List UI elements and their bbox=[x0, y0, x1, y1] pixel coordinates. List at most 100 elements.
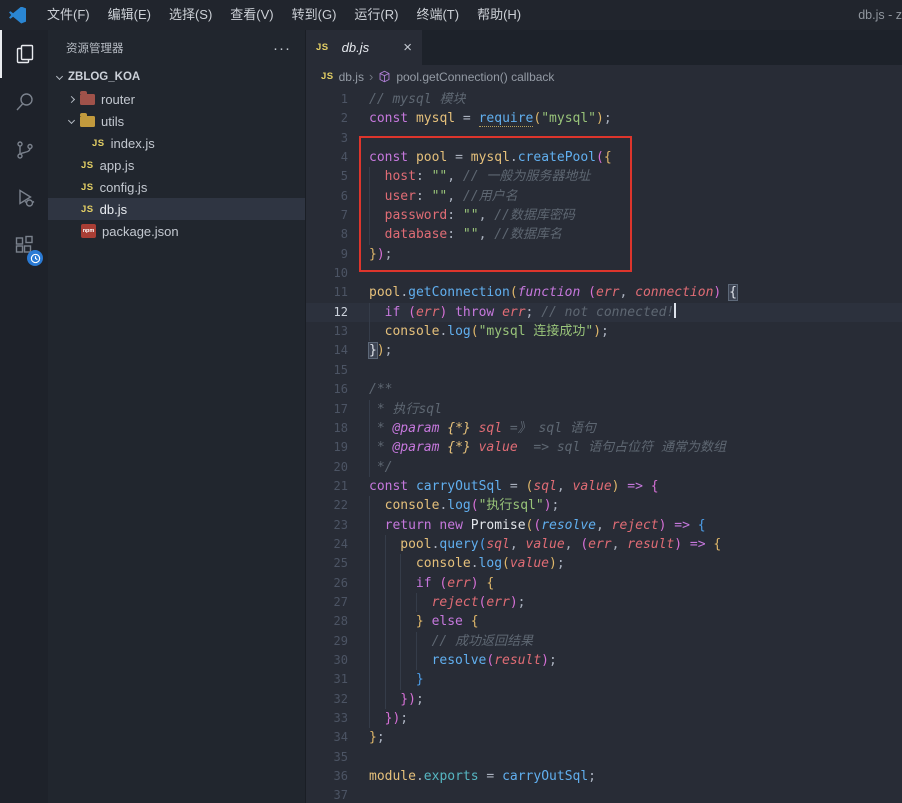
close-icon[interactable]: × bbox=[403, 40, 412, 55]
code-line-8[interactable]: 8database: "", //数据库名 bbox=[306, 225, 902, 244]
line-content bbox=[348, 748, 369, 767]
code-line-14[interactable]: 14}); bbox=[306, 341, 902, 360]
line-number: 16 bbox=[306, 380, 348, 399]
code-line-19[interactable]: 19* @param {*} value => sql 语句占位符 通常为数组 bbox=[306, 438, 902, 457]
code-line-33[interactable]: 33}); bbox=[306, 709, 902, 728]
code-line-4[interactable]: 4const pool = mysql.createPool({ bbox=[306, 148, 902, 167]
title-bar: 文件(F)编辑(E)选择(S)查看(V)转到(G)运行(R)终端(T)帮助(H)… bbox=[0, 0, 902, 30]
code-line-22[interactable]: 22console.log("执行sql"); bbox=[306, 496, 902, 515]
file-label: utils bbox=[101, 114, 124, 129]
code-line-5[interactable]: 5host: "", // 一般为服务器地址 bbox=[306, 167, 902, 186]
line-content: if (err) throw err; // not connected! bbox=[348, 303, 676, 322]
line-content: * 执行sql bbox=[348, 400, 442, 419]
line-number: 26 bbox=[306, 574, 348, 593]
tab-db-js[interactable]: JS db.js × bbox=[306, 30, 422, 65]
file-label: package.json bbox=[102, 224, 179, 239]
line-content: } else { bbox=[348, 612, 479, 631]
menu-item-0[interactable]: 文件(F) bbox=[38, 0, 99, 30]
explorer-more-actions-icon[interactable]: ··· bbox=[273, 40, 291, 57]
line-content: resolve(result); bbox=[348, 651, 557, 670]
tree-item-package-json[interactable]: npmpackage.json bbox=[48, 220, 305, 242]
code-editor[interactable]: 1// mysql 模块2const mysql = require("mysq… bbox=[306, 88, 902, 803]
code-line-16[interactable]: 16/** bbox=[306, 380, 902, 399]
js-file-icon: JS bbox=[81, 160, 94, 171]
line-number: 24 bbox=[306, 535, 348, 554]
menu-item-2[interactable]: 选择(S) bbox=[160, 0, 221, 30]
menu-item-4[interactable]: 转到(G) bbox=[283, 0, 346, 30]
tree-item-app-js[interactable]: JSapp.js bbox=[48, 154, 305, 176]
code-line-37[interactable]: 37 bbox=[306, 786, 902, 803]
breadcrumb-file[interactable]: db.js bbox=[339, 70, 364, 84]
tree-item-utils[interactable]: utils bbox=[48, 110, 305, 132]
code-line-29[interactable]: 29// 成功返回结果 bbox=[306, 632, 902, 651]
code-line-27[interactable]: 27reject(err); bbox=[306, 593, 902, 612]
code-line-10[interactable]: 10 bbox=[306, 264, 902, 283]
line-content: const pool = mysql.createPool({ bbox=[348, 148, 612, 167]
code-line-26[interactable]: 26if (err) { bbox=[306, 574, 902, 593]
code-line-24[interactable]: 24pool.query(sql, value, (err, result) =… bbox=[306, 535, 902, 554]
code-line-15[interactable]: 15 bbox=[306, 361, 902, 380]
line-number: 6 bbox=[306, 187, 348, 206]
code-line-17[interactable]: 17* 执行sql bbox=[306, 400, 902, 419]
menu-bar: 文件(F)编辑(E)选择(S)查看(V)转到(G)运行(R)终端(T)帮助(H) bbox=[38, 0, 530, 30]
menu-item-3[interactable]: 查看(V) bbox=[221, 0, 282, 30]
line-number: 12 bbox=[306, 303, 348, 322]
explorer-icon[interactable] bbox=[0, 30, 48, 78]
folder-root[interactable]: ZBLOG_KOA bbox=[48, 66, 305, 88]
code-line-6[interactable]: 6user: "", //用户名 bbox=[306, 187, 902, 206]
tree-item-router[interactable]: router bbox=[48, 88, 305, 110]
chevron-down-icon bbox=[56, 72, 63, 79]
line-content: }; bbox=[348, 728, 385, 747]
breadcrumb-symbol[interactable]: pool.getConnection() callback bbox=[396, 70, 554, 84]
menu-item-5[interactable]: 运行(R) bbox=[345, 0, 407, 30]
line-content: host: "", // 一般为服务器地址 bbox=[348, 167, 590, 186]
code-line-35[interactable]: 35 bbox=[306, 748, 902, 767]
source-control-icon[interactable] bbox=[0, 126, 48, 174]
tree-item-index-js[interactable]: JSindex.js bbox=[48, 132, 305, 154]
line-content: // mysql 模块 bbox=[348, 90, 465, 109]
code-line-36[interactable]: 36module.exports = carryOutSql; bbox=[306, 767, 902, 786]
code-line-28[interactable]: 28} else { bbox=[306, 612, 902, 631]
code-line-1[interactable]: 1// mysql 模块 bbox=[306, 90, 902, 109]
code-line-3[interactable]: 3 bbox=[306, 129, 902, 148]
root-folder-label: ZBLOG_KOA bbox=[68, 71, 140, 83]
extensions-clock-badge bbox=[27, 250, 43, 266]
code-line-11[interactable]: 11pool.getConnection(function (err, conn… bbox=[306, 283, 902, 302]
line-content: // 成功返回结果 bbox=[348, 632, 533, 651]
run-debug-icon[interactable] bbox=[0, 174, 48, 222]
line-content: }); bbox=[348, 709, 408, 728]
symbol-cube-icon bbox=[378, 70, 391, 83]
tree-item-config-js[interactable]: JSconfig.js bbox=[48, 176, 305, 198]
menu-item-1[interactable]: 编辑(E) bbox=[99, 0, 160, 30]
code-line-25[interactable]: 25console.log(value); bbox=[306, 554, 902, 573]
code-line-30[interactable]: 30resolve(result); bbox=[306, 651, 902, 670]
code-line-32[interactable]: 32}); bbox=[306, 690, 902, 709]
code-line-34[interactable]: 34}; bbox=[306, 728, 902, 747]
line-content: user: "", //用户名 bbox=[348, 187, 518, 206]
line-content: console.log(value); bbox=[348, 554, 565, 573]
code-line-2[interactable]: 2const mysql = require("mysql"); bbox=[306, 109, 902, 128]
code-line-9[interactable]: 9}); bbox=[306, 245, 902, 264]
code-line-12[interactable]: 12if (err) throw err; // not connected! bbox=[306, 303, 902, 322]
line-content: reject(err); bbox=[348, 593, 526, 612]
menu-item-7[interactable]: 帮助(H) bbox=[468, 0, 530, 30]
line-number: 32 bbox=[306, 690, 348, 709]
folder-icon bbox=[80, 94, 95, 105]
line-number: 33 bbox=[306, 709, 348, 728]
search-icon[interactable] bbox=[0, 78, 48, 126]
code-line-21[interactable]: 21const carryOutSql = (sql, value) => { bbox=[306, 477, 902, 496]
extensions-icon[interactable] bbox=[0, 222, 48, 270]
line-content: console.log("mysql 连接成功"); bbox=[348, 322, 609, 341]
tree-item-db-js[interactable]: JSdb.js bbox=[48, 198, 305, 220]
code-line-18[interactable]: 18* @param {*} sql =》 sql 语句 bbox=[306, 419, 902, 438]
file-label: db.js bbox=[100, 202, 127, 217]
activity-bar bbox=[0, 30, 48, 803]
menu-item-6[interactable]: 终端(T) bbox=[407, 0, 468, 30]
code-line-13[interactable]: 13console.log("mysql 连接成功"); bbox=[306, 322, 902, 341]
code-line-7[interactable]: 7password: "", //数据库密码 bbox=[306, 206, 902, 225]
line-content: * @param {*} sql =》 sql 语句 bbox=[348, 419, 596, 438]
code-line-31[interactable]: 31} bbox=[306, 670, 902, 689]
line-number: 11 bbox=[306, 283, 348, 302]
code-line-20[interactable]: 20*/ bbox=[306, 458, 902, 477]
code-line-23[interactable]: 23return new Promise((resolve, reject) =… bbox=[306, 516, 902, 535]
